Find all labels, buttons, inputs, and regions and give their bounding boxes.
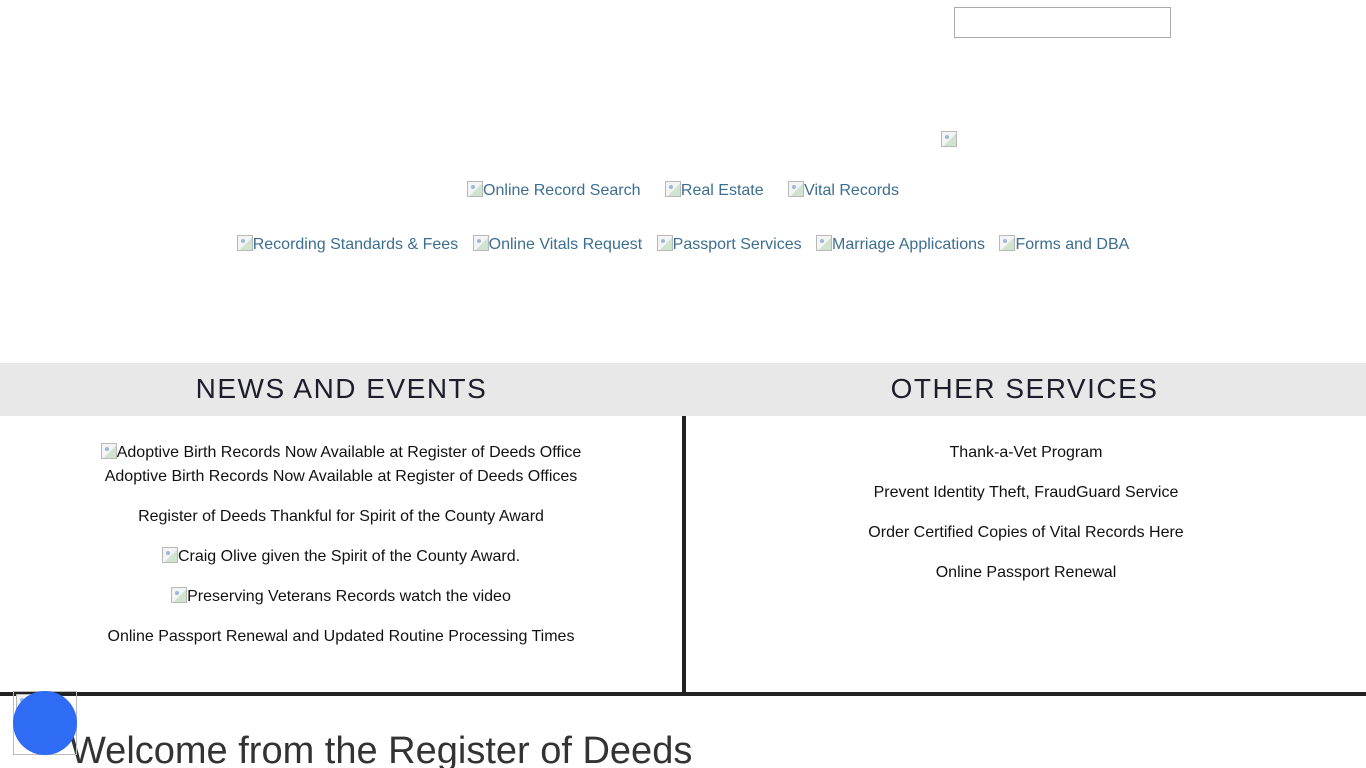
other-services-heading: OTHER SERVICES: [890, 373, 1159, 404]
broken-image-icon: [236, 235, 253, 251]
chat-widget-button[interactable]: [13, 691, 77, 755]
news-link[interactable]: Register of Deeds Thankful for Spirit of…: [0, 505, 682, 529]
news-link[interactable]: Adoptive Birth Records Now Available at …: [0, 465, 682, 489]
nav-link-label: Passport Services: [672, 236, 802, 253]
service-item: Thank-a-Vet Program: [686, 441, 1366, 465]
service-item: Order Certified Copies of Vital Records …: [686, 521, 1366, 545]
nav-link-passport-services[interactable]: Passport Services: [656, 235, 802, 254]
nav-link-label: Online Vitals Request: [488, 236, 643, 253]
service-item: Online Passport Renewal: [686, 561, 1366, 585]
news-item: Adoptive Birth Records Now Available at …: [0, 441, 682, 489]
broken-image-icon: [656, 235, 673, 251]
service-link-passport-renewal[interactable]: Online Passport Renewal: [686, 561, 1366, 585]
page: Online Record Search Real Estate Vital R…: [0, 0, 1366, 768]
nav-link-forms-and-dba[interactable]: Forms and DBA: [999, 235, 1129, 254]
section-bottom-rule: [0, 692, 1366, 696]
news-image-alt: Adoptive Birth Records Now Available at …: [116, 444, 582, 461]
news-image-link[interactable]: Craig Olive given the Spirit of the Coun…: [0, 545, 682, 569]
broken-image-icon: [161, 547, 178, 563]
broken-image-icon: [664, 181, 681, 197]
service-link-thank-a-vet[interactable]: Thank-a-Vet Program: [686, 441, 1366, 465]
nav-link-label: Online Record Search: [483, 182, 641, 199]
news-and-events-heading: NEWS AND EVENTS: [195, 373, 488, 404]
nav-link-marriage-applications[interactable]: Marriage Applications: [816, 235, 985, 254]
nav-link-label: Recording Standards & Fees: [252, 236, 459, 253]
nav-link-label: Marriage Applications: [832, 236, 986, 253]
other-services-list: Thank-a-Vet Program Prevent Identity The…: [686, 441, 1366, 601]
nav-link-online-record-search[interactable]: Online Record Search: [467, 181, 640, 200]
broken-image-icon: [100, 443, 117, 459]
news-image-alt: Craig Olive given the Spirit of the Coun…: [177, 548, 521, 565]
news-link[interactable]: Online Passport Renewal and Updated Rout…: [0, 625, 682, 649]
logo-broken-image-icon[interactable]: [941, 131, 957, 147]
broken-image-icon: [999, 235, 1016, 251]
news-image-link[interactable]: Preserving Veterans Records watch the vi…: [0, 585, 682, 609]
broken-image-icon: [171, 587, 188, 603]
news-item: Craig Olive given the Spirit of the Coun…: [0, 545, 682, 569]
service-link-fraudguard[interactable]: Prevent Identity Theft, FraudGuard Servi…: [686, 481, 1366, 505]
nav-link-recording-standards-fees[interactable]: Recording Standards & Fees: [236, 235, 459, 254]
nav-link-vital-records[interactable]: Vital Records: [788, 181, 899, 200]
news-item: Register of Deeds Thankful for Spirit of…: [0, 505, 682, 529]
broken-image-icon: [472, 235, 489, 251]
primary-nav: Online Record Search Real Estate Vital R…: [0, 181, 1366, 200]
nav-link-label: Real Estate: [680, 182, 764, 199]
section-header-bar: NEWS AND EVENTS OTHER SERVICES: [0, 363, 1366, 416]
nav-link-label: Forms and DBA: [1015, 236, 1130, 253]
service-link-certified-copies[interactable]: Order Certified Copies of Vital Records …: [686, 521, 1366, 545]
news-image-alt: Preserving Veterans Records watch the vi…: [187, 588, 511, 605]
broken-image-icon: [467, 181, 484, 197]
secondary-nav: Recording Standards & Fees Online Vitals…: [0, 235, 1366, 254]
service-item: Prevent Identity Theft, FraudGuard Servi…: [686, 481, 1366, 505]
nav-link-online-vitals-request[interactable]: Online Vitals Request: [472, 235, 643, 254]
news-item: Preserving Veterans Records watch the vi…: [0, 585, 682, 609]
news-list: Adoptive Birth Records Now Available at …: [0, 441, 682, 665]
broken-image-icon: [816, 235, 833, 251]
broken-image-icon: [788, 181, 805, 197]
search-input[interactable]: [954, 7, 1171, 38]
news-item: Online Passport Renewal and Updated Rout…: [0, 625, 682, 649]
nav-link-real-estate[interactable]: Real Estate: [664, 181, 764, 200]
news-image-link[interactable]: Adoptive Birth Records Now Available at …: [0, 441, 682, 465]
welcome-heading: Welcome from the Register of Deeds: [70, 730, 693, 768]
nav-link-label: Vital Records: [804, 182, 899, 199]
